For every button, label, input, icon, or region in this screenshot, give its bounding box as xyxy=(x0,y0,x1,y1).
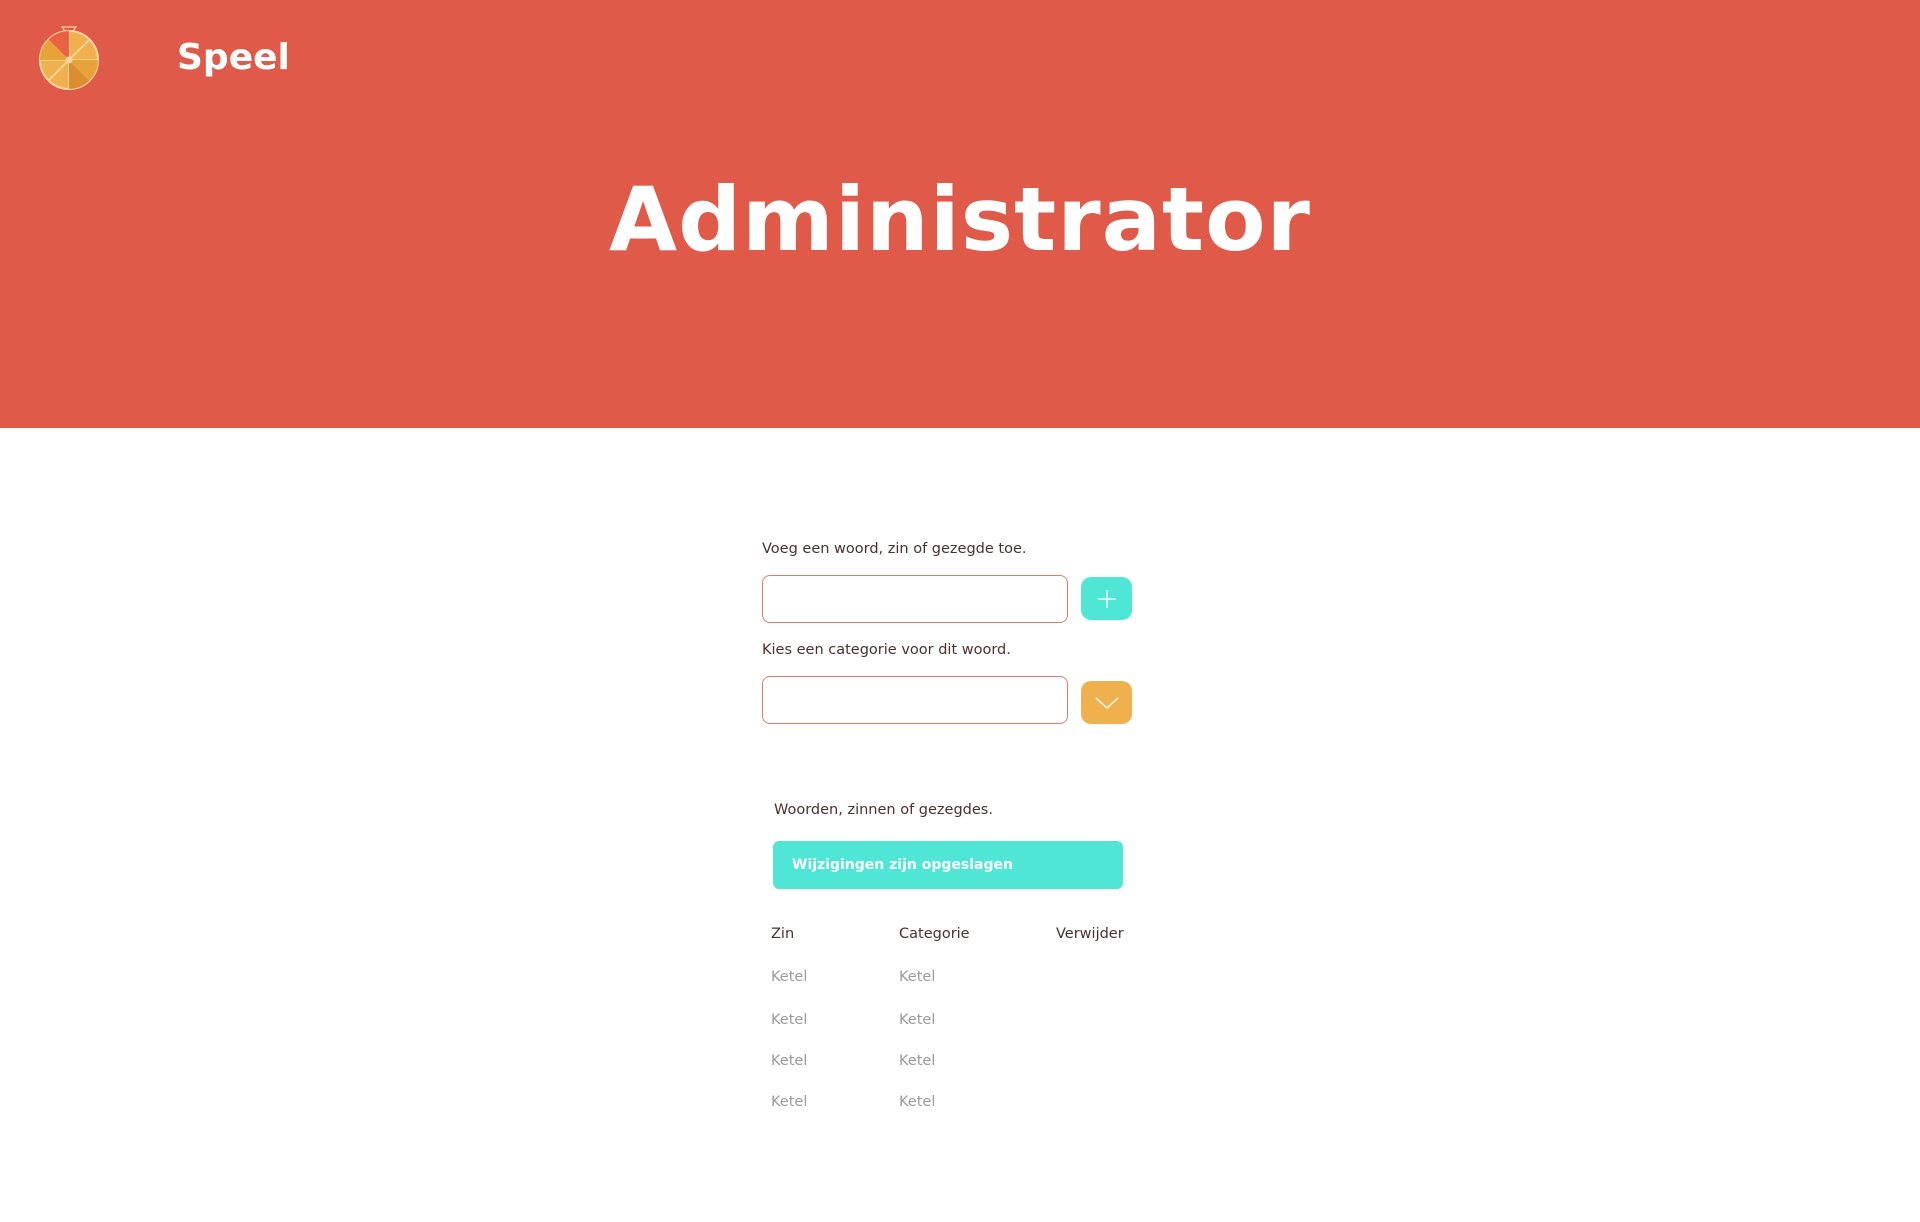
word-list-heading: Woorden, zinnen of gezegdes. xyxy=(774,802,993,818)
nav-link-speel[interactable]: Speel xyxy=(177,34,290,82)
cell-zin: Ketel xyxy=(771,969,808,985)
category-select-label: Kies een categorie voor dit woord. xyxy=(762,642,1011,658)
cell-categorie: Ketel xyxy=(899,1053,936,1069)
plus-icon xyxy=(1097,589,1116,608)
column-header-zin: Zin xyxy=(771,926,795,942)
cell-zin: Ketel xyxy=(771,1053,808,1069)
cell-zin: Ketel xyxy=(771,1012,808,1028)
wheel-of-fortune-logo-icon[interactable] xyxy=(38,26,100,90)
page-title: Administrator xyxy=(609,168,1311,271)
chevron-down-icon xyxy=(1094,696,1119,709)
add-word-button[interactable] xyxy=(1081,577,1132,620)
category-dropdown-button[interactable] xyxy=(1081,681,1132,724)
cell-categorie: Ketel xyxy=(899,969,936,985)
save-status-message: Wijzigingen zijn opgeslagen xyxy=(773,841,1123,889)
word-input-label: Voeg een woord, zin of gezegde toe. xyxy=(762,541,1027,557)
category-select[interactable] xyxy=(762,676,1068,724)
column-header-verwijder: Verwijder xyxy=(1056,926,1124,942)
cell-categorie: Ketel xyxy=(899,1094,936,1110)
header-banner: Speel Administrator xyxy=(0,0,1920,428)
column-header-categorie: Categorie xyxy=(899,926,970,942)
cell-categorie: Ketel xyxy=(899,1012,936,1028)
cell-zin: Ketel xyxy=(771,1094,808,1110)
word-input[interactable] xyxy=(762,575,1068,623)
